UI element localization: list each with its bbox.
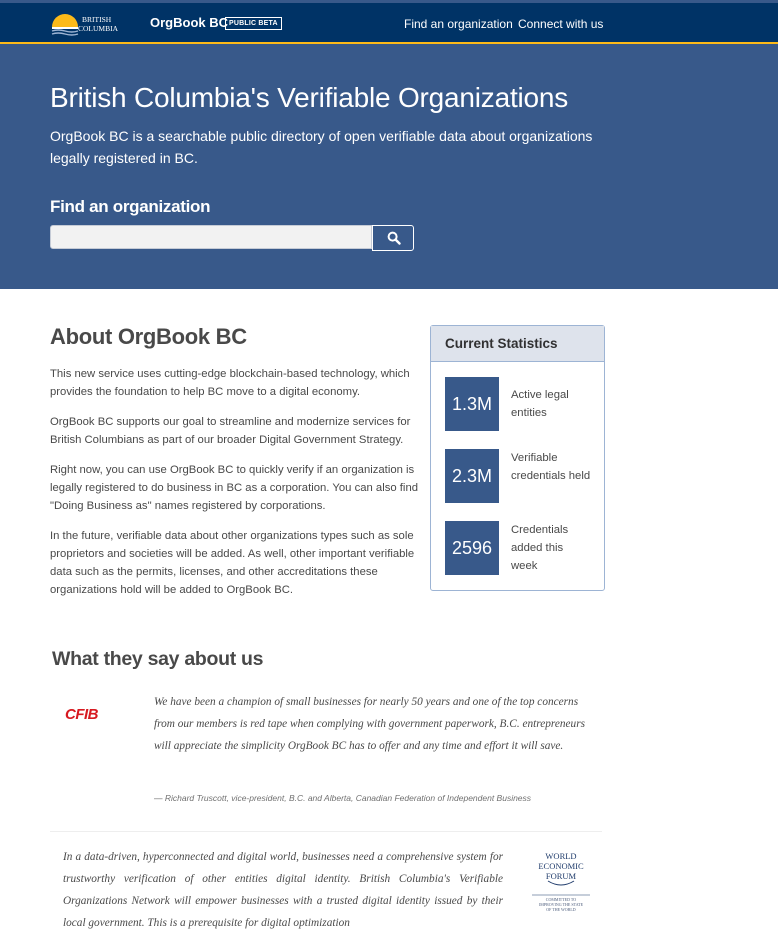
about-paragraph: OrgBook BC supports our goal to streamli… xyxy=(50,416,411,446)
about-paragraph: Right now, you can use OrgBook BC to qui… xyxy=(50,464,419,512)
search-icon xyxy=(387,231,401,245)
statistics-heading: Current Statistics xyxy=(431,326,604,362)
stat-value-credentials-held: 2.3M xyxy=(445,449,499,503)
stat-label-credentials-week: Credentials added this week xyxy=(511,524,569,572)
site-header: BRITISH COLUMBIA OrgBook BC PUBLIC BETA … xyxy=(0,3,778,44)
current-statistics-panel: Current Statistics 1.3M Active legal ent… xyxy=(430,325,605,591)
about-heading: About OrgBook BC xyxy=(50,324,247,349)
testimonial-quote: We have been a champion of small busines… xyxy=(154,696,586,752)
svg-text:BRITISH: BRITISH xyxy=(82,15,112,24)
svg-text:COLUMBIA: COLUMBIA xyxy=(78,24,119,33)
testimonial-divider xyxy=(50,831,602,832)
app-title[interactable]: OrgBook BC xyxy=(150,15,228,30)
testimonial-quote: In a data-driven, hyperconnected and dig… xyxy=(63,851,503,929)
stat-value-active-entities: 1.3M xyxy=(445,377,499,431)
stat-value-credentials-week: 2596 xyxy=(445,521,499,575)
stat-label-credentials-held: Verifiable credentials held xyxy=(511,452,591,482)
cfib-logo: CFIB xyxy=(65,706,99,723)
stat-label-active-entities: Active legal entities xyxy=(511,389,569,419)
testimonial-attribution: — Richard Truscott, vice-president, B.C.… xyxy=(154,793,532,803)
testimonials-heading: What they say about us xyxy=(52,648,264,670)
wef-logo-line: WORLD xyxy=(545,851,576,861)
about-paragraph: This new service uses cutting-edge block… xyxy=(50,368,410,398)
nav-find-organization[interactable]: Find an organization xyxy=(404,17,513,31)
wef-logo-line: ECONOMIC xyxy=(538,861,584,871)
search-input[interactable] xyxy=(50,225,372,249)
bc-government-logo[interactable]: BRITISH COLUMBIA xyxy=(50,10,130,36)
search-button[interactable] xyxy=(372,225,414,251)
hero-banner: British Columbia's Verifiable Organizati… xyxy=(0,44,778,289)
wef-logo-line: FORUM xyxy=(546,871,577,881)
world-economic-forum-logo: WORLD ECONOMIC FORUM COMMITTED TO IMPROV… xyxy=(532,851,590,912)
public-beta-badge: PUBLIC BETA xyxy=(225,17,282,30)
search-label: Find an organization xyxy=(50,197,211,216)
page-title: British Columbia's Verifiable Organizati… xyxy=(50,82,569,113)
nav-connect-with-us[interactable]: Connect with us xyxy=(518,17,603,31)
wef-logo-tagline: OF THE WORLD xyxy=(546,907,576,912)
about-paragraph: In the future, verifiable data about oth… xyxy=(50,530,415,596)
page-subtitle: OrgBook BC is a searchable public direct… xyxy=(50,128,593,166)
